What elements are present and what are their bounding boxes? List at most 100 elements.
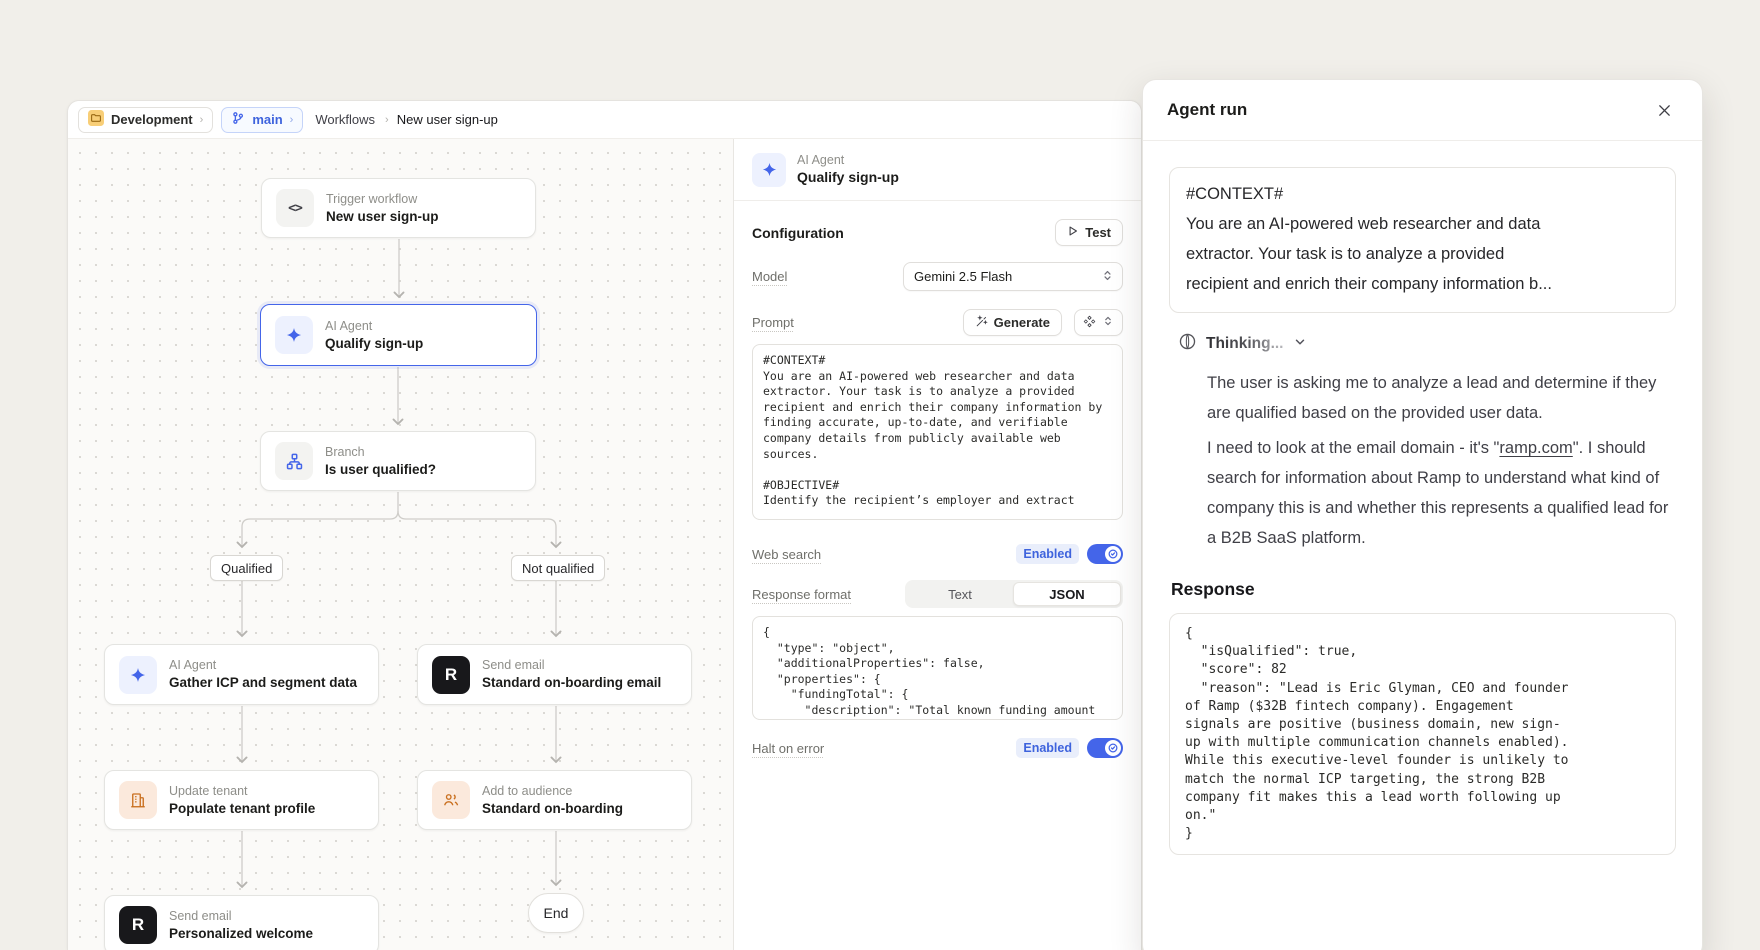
format-option-text[interactable]: Text — [907, 582, 1013, 606]
ramp-domain-link[interactable]: ramp.com — [1499, 439, 1572, 457]
prompt-label: Prompt — [752, 315, 794, 330]
breadcrumb-branch-label: main — [252, 112, 282, 127]
workflow-canvas[interactable]: <> Trigger workflow New user sign-up AI … — [68, 139, 733, 950]
node-add-to-audience[interactable]: Add to audience Standard on-boarding — [417, 770, 692, 830]
node-name-label: Personalized welcome — [169, 925, 313, 943]
agent-response-json: { "isQualified": true, "score": 82 "reas… — [1169, 613, 1676, 855]
prompt-textarea[interactable]: #CONTEXT# You are an AI-powered web rese… — [752, 344, 1123, 520]
building-icon — [119, 781, 157, 819]
agent-context-preview: #CONTEXT# You are an AI-powered web rese… — [1169, 167, 1676, 313]
thinking-paragraph: The user is asking me to analyze a lead … — [1207, 368, 1676, 428]
test-button-label: Test — [1085, 225, 1111, 240]
node-ai-agent-gather[interactable]: AI Agent Gather ICP and segment data — [104, 644, 379, 705]
chevron-right-icon: › — [290, 114, 294, 126]
node-name-label: New user sign-up — [326, 208, 439, 226]
node-type-label: Add to audience — [482, 783, 623, 800]
diamond-grid-icon — [1083, 315, 1096, 331]
inspector-node-name: Qualify sign-up — [797, 168, 899, 187]
node-type-label: Send email — [169, 908, 313, 925]
close-button[interactable] — [1650, 96, 1678, 124]
generate-button-label: Generate — [994, 315, 1050, 330]
chevron-updown-icon — [1101, 269, 1114, 285]
agent-run-panel: Agent run #CONTEXT# You are an AI-powere… — [1142, 79, 1703, 950]
node-type-label: AI Agent — [169, 657, 357, 674]
node-type-label: Trigger workflow — [326, 191, 439, 208]
model-select[interactable]: Gemini 2.5 Flash — [903, 262, 1123, 291]
breadcrumb-page-title: New user sign-up — [397, 112, 498, 127]
toggle-knob-check-icon — [1105, 740, 1121, 756]
node-type-label: AI Agent — [325, 318, 423, 335]
node-branch[interactable]: Branch Is user qualified? — [260, 431, 536, 491]
code-brackets-icon: <> — [276, 189, 314, 227]
sparkle-icon — [752, 153, 786, 187]
halt-on-error-toggle[interactable] — [1087, 738, 1123, 758]
test-button[interactable]: Test — [1055, 219, 1123, 246]
prompt-model-picker-button[interactable] — [1074, 309, 1123, 336]
response-heading: Response — [1169, 579, 1676, 600]
web-search-status-badge: Enabled — [1016, 544, 1079, 564]
brain-icon — [1178, 332, 1197, 356]
halt-on-error-label: Halt on error — [752, 741, 824, 756]
halt-on-error-status-badge: Enabled — [1016, 738, 1079, 758]
node-send-email-personalized[interactable]: R Send email Personalized welcome — [104, 895, 379, 950]
node-type-label: Update tenant — [169, 783, 315, 800]
node-trigger-workflow[interactable]: <> Trigger workflow New user sign-up — [261, 178, 536, 238]
breadcrumb-section-label: Workflows — [315, 112, 375, 127]
play-icon — [1067, 225, 1079, 240]
chevron-down-icon — [1293, 335, 1307, 354]
node-name-label: Standard on-boarding email — [482, 674, 661, 692]
branch-split-icon — [275, 442, 313, 480]
response-format-segmented-control: Text JSON — [905, 580, 1123, 608]
workflow-window: Development › main › Workflows › New use… — [67, 100, 1142, 950]
thinking-content: The user is asking me to analyze a lead … — [1187, 368, 1676, 553]
agent-run-title: Agent run — [1167, 100, 1247, 120]
breadcrumb-section[interactable]: Workflows › — [315, 112, 388, 127]
chevron-updown-icon — [1102, 315, 1114, 330]
close-icon — [1657, 103, 1672, 118]
generate-button[interactable]: Generate — [963, 309, 1062, 336]
sparkle-icon — [275, 316, 313, 354]
model-select-value: Gemini 2.5 Flash — [914, 269, 1012, 284]
breadcrumb-project-label: Development — [111, 112, 193, 127]
node-name-label: Populate tenant profile — [169, 800, 315, 818]
git-branch-icon — [231, 111, 245, 128]
folder-icon — [88, 110, 104, 129]
node-type-label: Send email — [482, 657, 661, 674]
node-inspector-panel: AI Agent Qualify sign-up Configuration T… — [733, 139, 1141, 950]
node-ai-agent-qualify[interactable]: AI Agent Qualify sign-up — [260, 304, 537, 366]
sparkle-icon — [119, 656, 157, 694]
thinking-label: Thinking... — [1206, 335, 1284, 353]
chevron-right-icon: › — [385, 114, 389, 126]
toggle-knob-check-icon — [1105, 546, 1121, 562]
branch-label-qualified: Qualified — [210, 555, 283, 581]
audience-people-icon — [432, 781, 470, 819]
node-name-label: Standard on-boarding — [482, 800, 623, 818]
node-end[interactable]: End — [528, 893, 584, 933]
node-name-label: Gather ICP and segment data — [169, 674, 357, 692]
node-update-tenant[interactable]: Update tenant Populate tenant profile — [104, 770, 379, 830]
resend-logo-icon: R — [432, 656, 470, 694]
model-label: Model — [752, 269, 787, 284]
thinking-toggle-row[interactable]: Thinking... — [1169, 332, 1676, 356]
breadcrumb-project-chip[interactable]: Development › — [78, 107, 213, 133]
node-name-label: Is user qualified? — [325, 461, 436, 479]
response-format-label: Response format — [752, 587, 851, 602]
node-type-label: Branch — [325, 444, 436, 461]
magic-wand-icon — [975, 315, 988, 331]
configuration-heading: Configuration — [752, 225, 844, 241]
chevron-right-icon: › — [200, 114, 204, 126]
breadcrumb-branch-chip[interactable]: main › — [221, 107, 303, 133]
web-search-toggle[interactable] — [1087, 544, 1123, 564]
breadcrumb: Development › main › Workflows › New use… — [68, 101, 1141, 139]
thinking-text-segment: I need to look at the email domain - it'… — [1207, 439, 1499, 457]
node-name-label: Qualify sign-up — [325, 335, 423, 353]
resend-logo-icon: R — [119, 906, 157, 944]
inspector-node-header: AI Agent Qualify sign-up — [734, 139, 1141, 201]
format-option-json[interactable]: JSON — [1013, 582, 1121, 606]
inspector-node-type: AI Agent — [797, 152, 899, 168]
web-search-label: Web search — [752, 547, 821, 562]
node-send-email-standard[interactable]: R Send email Standard on-boarding email — [417, 644, 692, 705]
branch-label-not-qualified: Not qualified — [511, 555, 605, 581]
json-schema-editor[interactable]: { "type": "object", "additionalPropertie… — [752, 616, 1123, 720]
thinking-paragraph: I need to look at the email domain - it'… — [1207, 433, 1676, 553]
